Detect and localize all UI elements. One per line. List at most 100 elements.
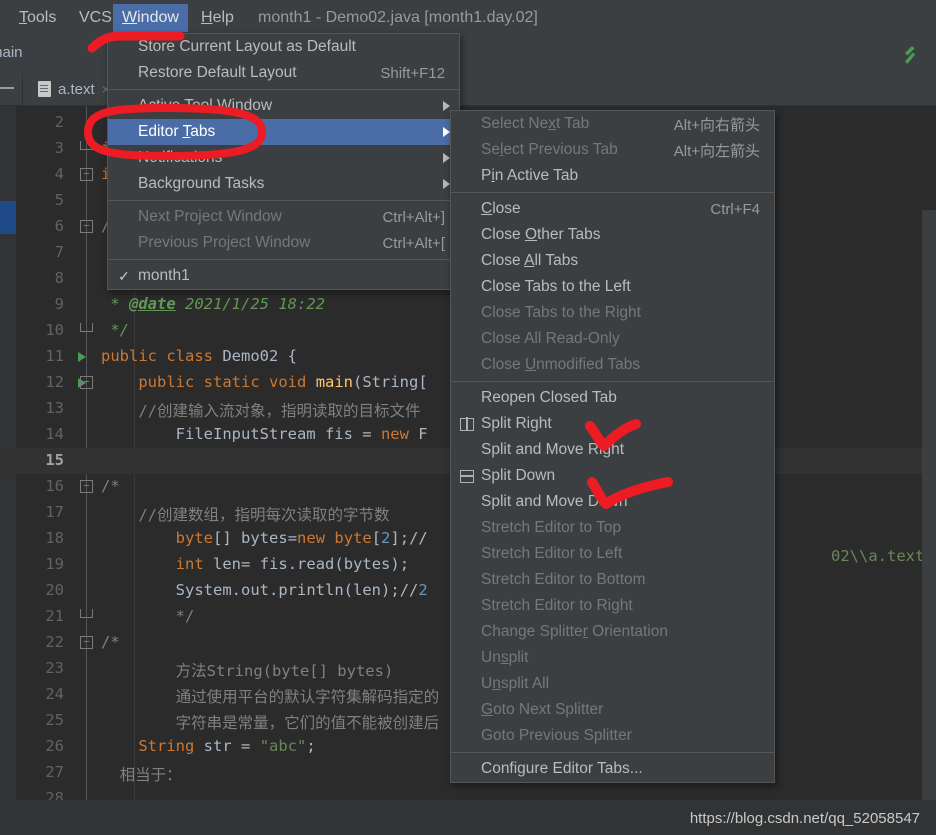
- menu-item-label: Goto Previous Splitter: [481, 727, 632, 744]
- menu-item-close-all-tabs[interactable]: Close All Tabs: [451, 248, 774, 274]
- run-gutter-icon[interactable]: [78, 352, 86, 362]
- code-text: 相当于：: [101, 766, 182, 784]
- check-icon: ✓: [118, 267, 130, 284]
- tab-separator: [22, 73, 23, 105]
- menu-bar: Tools VCS Window Help month1 - Demo02.java …: [0, 0, 936, 37]
- menu-item-select-previous-tab: Select Previous Tab Alt+向左箭头: [451, 137, 774, 163]
- split-right-icon: [459, 416, 475, 432]
- menu-item-split-down[interactable]: Split Down: [451, 463, 774, 489]
- fold-half-icon[interactable]: [80, 609, 93, 618]
- menu-item-stretch-editor-to-right: Stretch Editor to Right: [451, 593, 774, 619]
- fold-half-icon[interactable]: [80, 141, 93, 150]
- menu-item-label: Stretch Editor to Top: [481, 519, 622, 536]
- hammer-icon[interactable]: [896, 43, 920, 67]
- chevron-right-icon: [443, 127, 450, 137]
- editor-tab-label: a.text: [58, 80, 95, 98]
- menu-item-close[interactable]: Close Ctrl+F4: [451, 196, 774, 222]
- menu-item-stretch-editor-to-bottom: Stretch Editor to Bottom: [451, 567, 774, 593]
- menu-item-label: Select Next Tab: [481, 115, 590, 132]
- line-number: 19: [45, 555, 64, 573]
- menu-item-editor-tabs[interactable]: Editor Tabs: [108, 119, 459, 145]
- menu-item-stretch-editor-to-left: Stretch Editor to Left: [451, 541, 774, 567]
- line-number: 5: [54, 191, 64, 209]
- menu-item-previous-project-window: Previous Project Window Ctrl+Alt+[: [108, 230, 459, 256]
- menu-item-label: Unsplit: [481, 649, 529, 666]
- menu-item-split-and-move-right[interactable]: Split and Move Right: [451, 437, 774, 463]
- fold-half-icon[interactable]: [80, 323, 93, 332]
- menu-item-label: Active Tool Window: [138, 97, 273, 114]
- menu-item-label: Previous Project Window: [138, 234, 311, 251]
- code-text: */: [101, 607, 195, 625]
- menu-item-background-tasks[interactable]: Background Tasks: [108, 171, 459, 197]
- menu-item-split-right[interactable]: Split Right: [451, 411, 774, 437]
- line-number: 17: [45, 503, 64, 521]
- editor-right-scroll-area[interactable]: [922, 210, 936, 835]
- menu-separator: [451, 752, 774, 753]
- menu-item-restore-default-layout[interactable]: Restore Default Layout Shift+F12: [108, 60, 459, 86]
- line-number: 10: [45, 321, 64, 339]
- menu-item-close-tabs-to-the-left[interactable]: Close Tabs to the Left: [451, 274, 774, 300]
- window-menu-popup[interactable]: Store Current Layout as Default Restore D…: [107, 33, 460, 290]
- line-number: 11: [45, 347, 64, 365]
- menu-separator: [108, 89, 459, 90]
- menu-item-active-tool-window[interactable]: Active Tool Window: [108, 93, 459, 119]
- line-number: 27: [45, 763, 64, 781]
- line-number: 13: [45, 399, 64, 417]
- breadcrumb[interactable]: main: [0, 44, 23, 61]
- menu-item-label: Change Splitter Orientation: [481, 623, 668, 640]
- menu-item-notifications[interactable]: Notifications: [108, 145, 459, 171]
- code-text: String str = "abc";: [138, 737, 316, 755]
- menu-item-label: Restore Default Layout: [138, 64, 297, 81]
- menu-item-unsplit-all: Unsplit All: [451, 671, 774, 697]
- menu-item-configure-editor-tabs[interactable]: Configure Editor Tabs...: [451, 756, 774, 782]
- editor-tab-a-text[interactable]: a.text ×: [30, 73, 118, 105]
- menu-item-label: Close Tabs to the Left: [481, 278, 631, 295]
- editor-tabs-submenu-popup[interactable]: Select Next Tab Alt+向右箭头 Select Previous T…: [450, 110, 775, 783]
- menu-item-label: Split Right: [481, 415, 552, 432]
- line-number: 25: [45, 711, 64, 729]
- menu-item-split-and-move-down[interactable]: Split and Move Down: [451, 489, 774, 515]
- fold-open-icon[interactable]: [80, 480, 93, 493]
- menu-item-label: Close: [481, 200, 521, 217]
- menu-item-label: Select Previous Tab: [481, 141, 618, 158]
- menu-item-month1[interactable]: ✓ month1: [108, 263, 459, 289]
- menu-item-change-splitter-orientation: Change Splitter Orientation: [451, 619, 774, 645]
- menubar-item-window[interactable]: Window: [113, 4, 188, 32]
- fold-open-icon[interactable]: [80, 220, 93, 233]
- menu-item-close-other-tabs[interactable]: Close Other Tabs: [451, 222, 774, 248]
- menu-item-label: Notifications: [138, 149, 223, 166]
- menu-item-goto-next-splitter: Goto Next Splitter: [451, 697, 774, 723]
- menu-item-label: Split and Move Down: [481, 493, 628, 510]
- code-text: /*: [101, 633, 120, 651]
- watermark-url: https://blog.csdn.net/qq_52058547: [689, 810, 920, 827]
- line-number: 21: [45, 607, 64, 625]
- line-number: 24: [45, 685, 64, 703]
- line-number: 18: [45, 529, 64, 547]
- menu-item-label: Goto Next Splitter: [481, 701, 604, 718]
- menu-item-shortcut: Ctrl+Alt+[: [382, 234, 445, 252]
- line-number: 3: [54, 139, 64, 157]
- menu-item-label: Split Down: [481, 467, 556, 484]
- menubar-item-tools[interactable]: Tools: [10, 4, 65, 32]
- menu-item-label: Configure Editor Tabs...: [481, 760, 643, 777]
- menu-item-label: Close Other Tabs: [481, 226, 601, 243]
- menu-item-label: Stretch Editor to Left: [481, 545, 623, 562]
- code-text: public class Demo02 {: [101, 347, 298, 365]
- menu-item-label: Stretch Editor to Bottom: [481, 571, 646, 588]
- menu-item-store-current-layout-as-default[interactable]: Store Current Layout as Default: [108, 34, 459, 60]
- file-icon: [38, 81, 51, 97]
- code-text: byte[] bytes=new byte[2];//: [175, 529, 428, 547]
- fold-open-icon[interactable]: [80, 376, 93, 389]
- menu-item-reopen-closed-tab[interactable]: Reopen Closed Tab: [451, 385, 774, 411]
- code-fragment-line14-tail: 02\\a.text");: [831, 547, 936, 565]
- hide-tabs-icon[interactable]: [0, 87, 14, 89]
- menu-item-pin-active-tab[interactable]: Pin Active Tab: [451, 163, 774, 189]
- line-number: 23: [45, 659, 64, 677]
- menubar-item-help[interactable]: Help: [192, 4, 243, 32]
- menu-item-label: Close All Read-Only: [481, 330, 620, 347]
- menu-item-label: Reopen Closed Tab: [481, 389, 617, 406]
- fold-open-icon[interactable]: [80, 168, 93, 181]
- fold-open-icon[interactable]: [80, 636, 93, 649]
- line-number: 12: [45, 373, 64, 391]
- code-text: /*: [101, 477, 120, 495]
